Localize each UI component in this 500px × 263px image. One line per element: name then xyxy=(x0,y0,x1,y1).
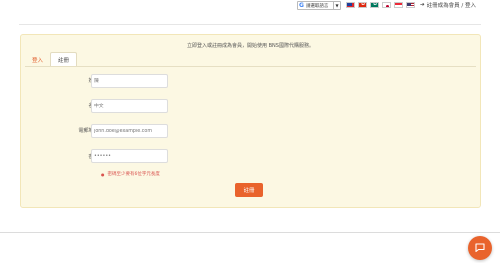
chevron-down-icon: ▼ xyxy=(333,2,340,9)
hong-kong-flag-icon[interactable] xyxy=(358,2,367,8)
usa-flag-icon[interactable] xyxy=(406,2,415,8)
last-name-input[interactable] xyxy=(91,74,168,88)
register-login-label: 註冊成為會員 / 登入 xyxy=(426,3,476,9)
taiwan-flag-icon[interactable] xyxy=(346,2,355,8)
language-select-label: 請選取語言 xyxy=(305,3,329,9)
password-hint: ● 密碼至少要有6位字元長度 xyxy=(101,171,160,178)
macau-flag-icon[interactable] xyxy=(370,2,379,8)
google-g-icon: G xyxy=(299,1,304,9)
footer-divider xyxy=(0,232,500,233)
sign-in-icon: ➔ xyxy=(420,2,425,8)
japan-flag-icon[interactable] xyxy=(382,2,391,8)
auth-tabs: 登入 註冊 xyxy=(25,52,78,67)
chat-button[interactable] xyxy=(468,236,492,260)
tab-register[interactable]: 註冊 xyxy=(50,52,78,67)
header-divider xyxy=(19,24,481,25)
top-bar: G 請選取語言 ▼ ➔ 註冊成為會員 / 登入 xyxy=(0,0,500,12)
first-name-input[interactable] xyxy=(91,99,168,113)
error-dot-icon: ● xyxy=(101,171,105,177)
password-hint-text: 密碼至少要有6位字元長度 xyxy=(107,172,160,177)
auth-panel: 立即登入或註冊成為會員，開始使用 BNS國際代購服務。 登入 註冊 姓氏* 名字… xyxy=(20,34,481,208)
register-button[interactable]: 註冊 xyxy=(235,183,263,197)
auth-notice: 立即登入或註冊成為會員，開始使用 BNS國際代購服務。 xyxy=(187,43,314,49)
language-select[interactable]: G 請選取語言 ▼ xyxy=(297,1,341,10)
tab-login[interactable]: 登入 xyxy=(25,53,50,67)
register-login-link[interactable]: ➔ 註冊成為會員 / 登入 xyxy=(420,1,476,9)
language-flags xyxy=(346,2,415,8)
tab-underline xyxy=(25,66,476,67)
password-input[interactable] xyxy=(91,149,168,163)
email-input[interactable] xyxy=(91,124,168,138)
chat-bubble-icon xyxy=(475,243,485,253)
singapore-flag-icon[interactable] xyxy=(394,2,403,8)
